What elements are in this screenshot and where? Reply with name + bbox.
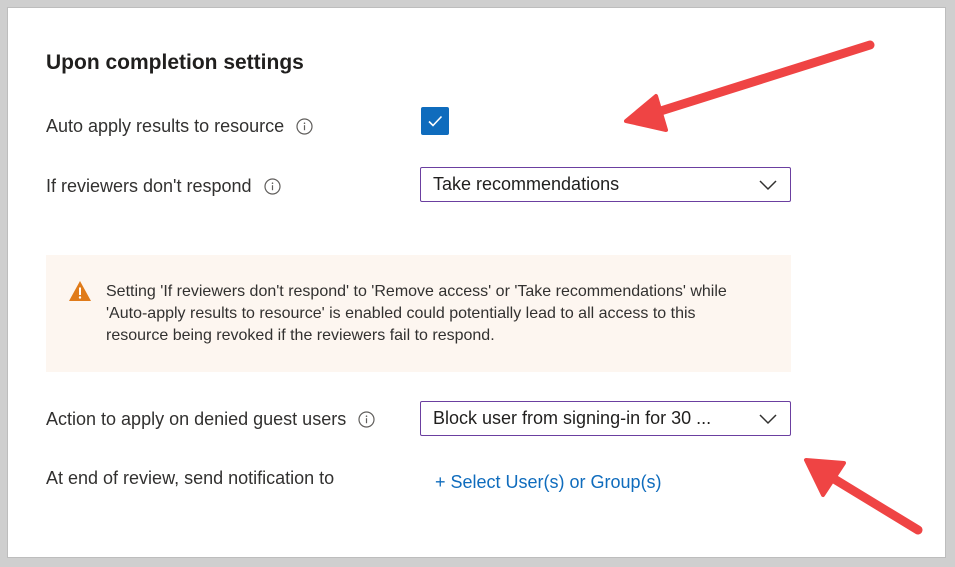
denied-guests-label: Action to apply on denied guest users [46,409,347,429]
chevron-down-icon [759,179,777,190]
checkmark-icon [428,115,443,127]
info-icon[interactable] [263,178,281,195]
annotation-arrow [804,458,923,535]
denied-guests-dropdown[interactable]: Block user from signing-in for 30 ... [420,401,791,436]
select-users-groups-link[interactable]: + Select User(s) or Group(s) [435,472,662,493]
warning-message: Setting 'If reviewers don't respond' to … [46,255,791,372]
info-icon[interactable] [358,411,375,428]
auto-apply-checkbox[interactable] [421,107,449,135]
warning-text: Setting 'If reviewers don't respond' to … [106,283,727,344]
warning-icon [69,281,91,301]
auto-apply-label: Auto apply results to resource [46,116,285,136]
notification-label: At end of review, send notification to [46,468,335,488]
chevron-down-icon [759,413,777,424]
denied-guests-selected: Block user from signing-in for 30 ... [433,408,712,428]
no-response-dropdown[interactable]: Take recommendations [420,167,791,202]
notification-row: At end of review, send notification to [46,468,334,489]
info-icon[interactable] [296,118,313,135]
section-title: Upon completion settings [46,51,304,74]
no-response-row: If reviewers don't respond [46,176,281,197]
no-response-selected: Take recommendations [433,174,620,194]
auto-apply-row: Auto apply results to resource [46,116,313,137]
no-response-label: If reviewers don't respond [46,176,252,196]
settings-panel: Upon completion settings Auto apply resu… [7,7,946,558]
denied-guests-row: Action to apply on denied guest users [46,409,375,430]
annotation-arrow [624,40,875,132]
